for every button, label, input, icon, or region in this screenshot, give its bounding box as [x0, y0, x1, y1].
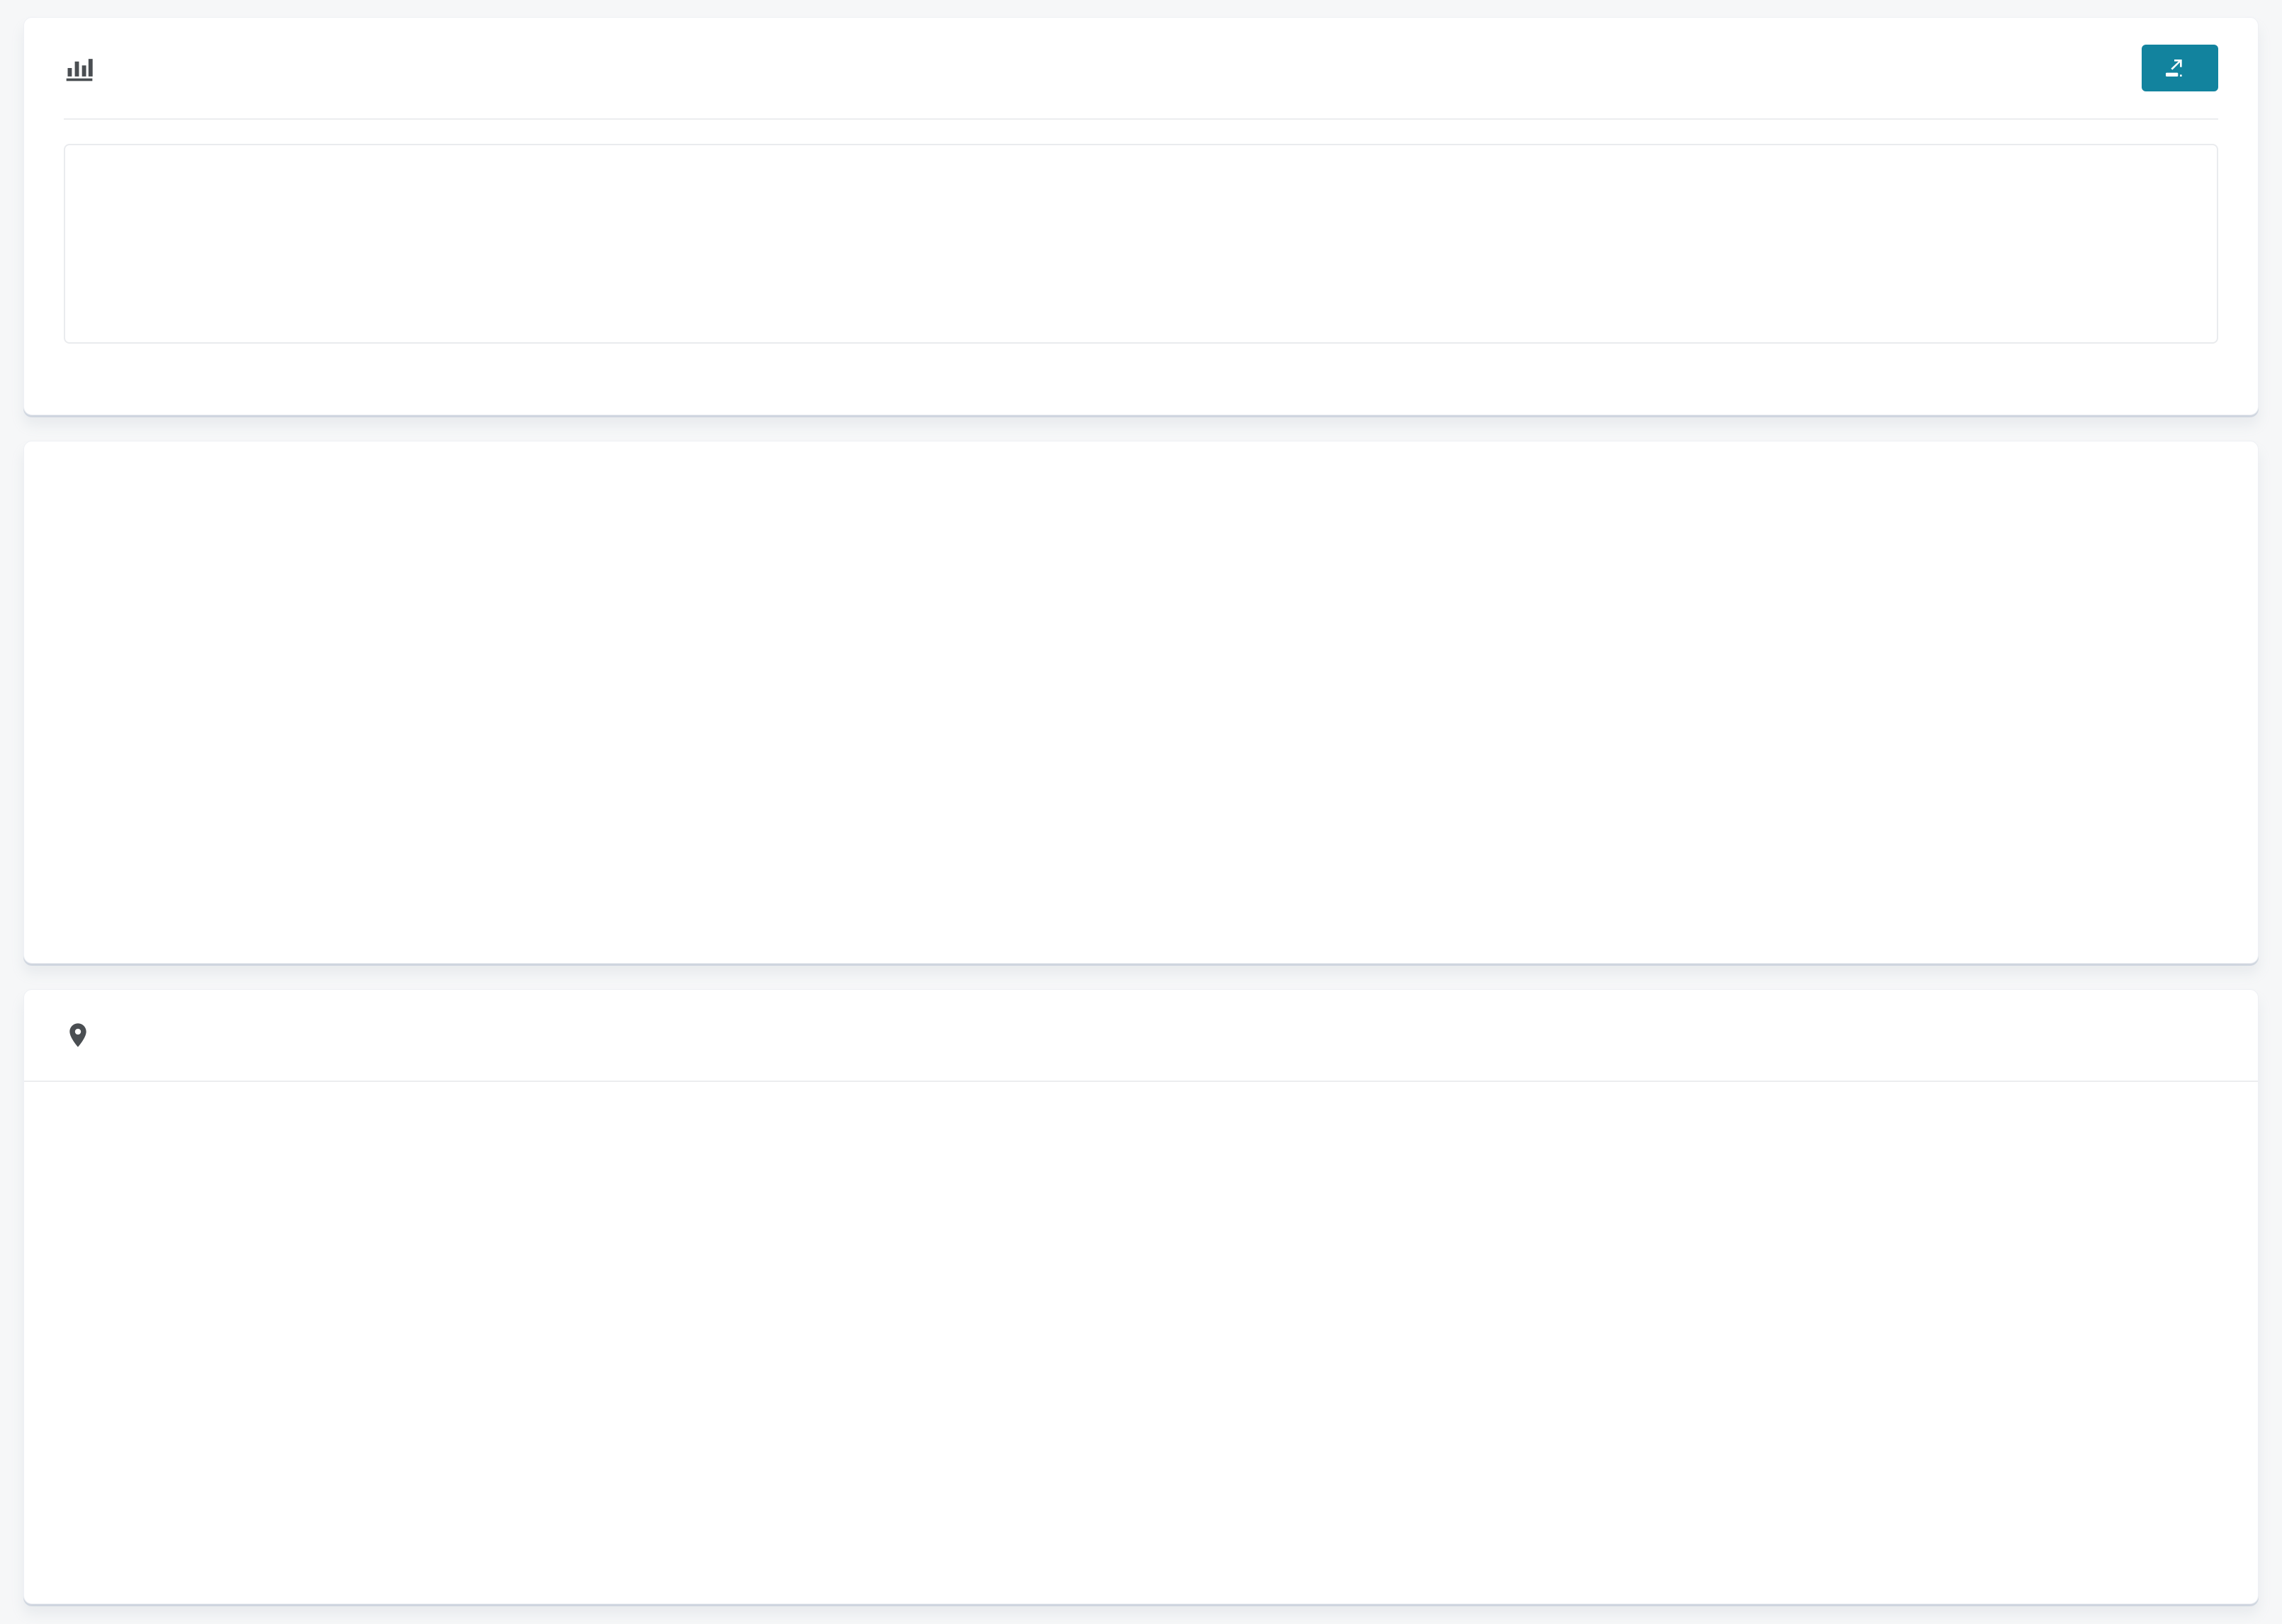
geo-title-row [64, 1020, 112, 1051]
tracking-stats-header [24, 18, 2258, 118]
tracking-stats-title-row [64, 52, 112, 84]
campaign-geo-opens-card [23, 989, 2259, 1604]
rates-card [23, 441, 2259, 964]
export-basic-stats-button[interactable] [2142, 45, 2218, 91]
export-icon [2163, 57, 2186, 79]
tracking-stats-card [23, 17, 2259, 415]
geo-table-header [1063, 1092, 2258, 1168]
geo-table [1063, 1092, 2258, 1168]
bar-chart-icon [64, 52, 95, 84]
summary-wrap [24, 120, 2258, 344]
geo-content [24, 1082, 2258, 1168]
map-pin-icon [64, 1020, 95, 1051]
geo-header [24, 990, 2258, 1081]
summary-row [64, 144, 2218, 344]
rates-grid [24, 441, 2258, 485]
